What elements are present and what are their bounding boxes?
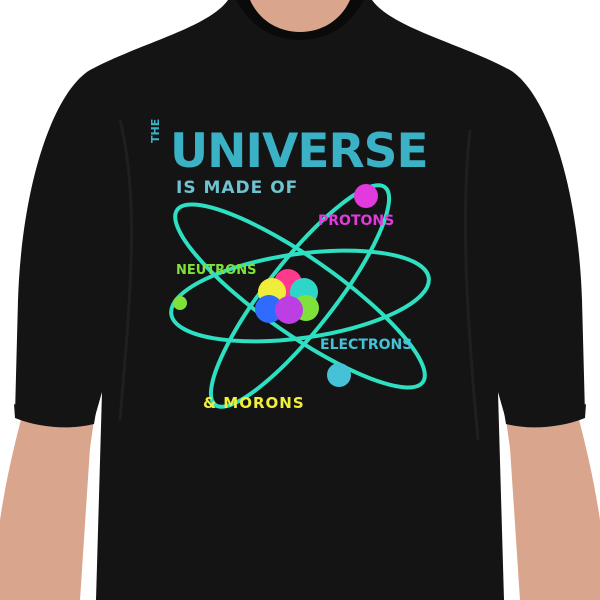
protons-label: PROTONS [318, 213, 395, 229]
model-left-arm [0, 416, 94, 600]
neutron-particle [173, 296, 187, 310]
subtitle-text: IS MADE OF [176, 178, 299, 198]
title-universe-text: UNIVERSE [170, 124, 429, 179]
tshirt-illustration [0, 0, 600, 600]
electron-particle [327, 363, 351, 387]
proton-particle [354, 184, 378, 208]
nucleus-ball [275, 296, 303, 324]
electrons-label: ELECTRONS [320, 337, 413, 353]
model-right-arm [506, 416, 600, 600]
morons-label: & MORONS [203, 394, 305, 412]
title-small-text: THE [149, 118, 162, 143]
neutrons-label: NEUTRONS [176, 263, 257, 278]
